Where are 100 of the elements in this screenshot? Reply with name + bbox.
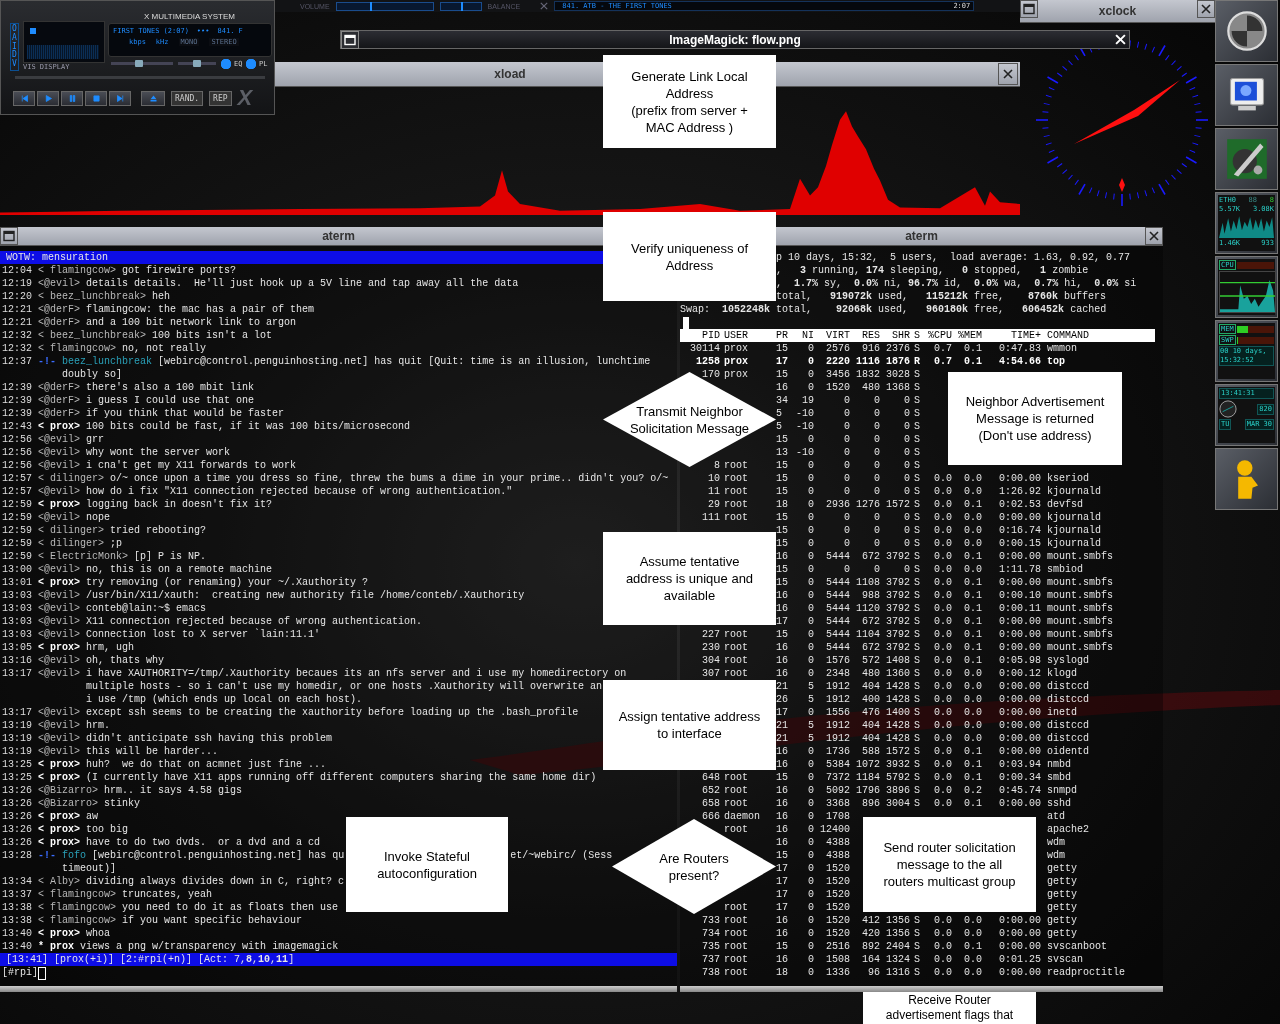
table-cell-text: 0 [807, 862, 814, 875]
column-header[interactable]: S [910, 329, 922, 342]
table-cell-text: 0.0 [963, 927, 982, 940]
table-cell-text: 652 [701, 784, 720, 797]
table-cell-text: 0 [807, 966, 814, 979]
table-cell-text: 170 [701, 368, 720, 381]
table-cell-text: 5444 [825, 589, 850, 602]
table-cell-text: 1520 [825, 862, 850, 875]
table-cell-text: 15 [776, 940, 789, 953]
table-cell-text: 3792 [885, 628, 910, 641]
column-header[interactable]: %CPU [922, 329, 952, 342]
column-header[interactable]: %MEM [952, 329, 982, 342]
table-cell-text: 0 [903, 485, 910, 498]
table-cell-text: 0.0 [933, 966, 952, 979]
table-cell-text: 3004 [885, 797, 910, 810]
table-cell-text: 15 [776, 537, 789, 550]
table-cell-text: 15 [776, 368, 789, 381]
table-cell-text: 16 [776, 953, 789, 966]
flowchart-step: Generate Link Local Address (prefix from server + MAC Address ) [603, 55, 776, 148]
table-cell-text: S [913, 953, 921, 966]
table-cell-text: 15 [776, 459, 789, 472]
table-cell-text: 0 [807, 654, 814, 667]
chat-line: 13:26 <@Bizarro> stinky [2, 797, 141, 810]
table-cell-text: 0.0 [933, 953, 952, 966]
table-cell-text: 3792 [885, 641, 910, 654]
table-cell-text: S [913, 693, 921, 706]
table-cell-text: 400 [861, 693, 880, 706]
table-cell-text: 0 [807, 706, 814, 719]
table-cell-text: 0 [873, 537, 880, 550]
chat-line: 13:26 < prox> aw [2, 810, 99, 823]
chat-line: 13:38 < flamingcow> you need to do it as floats then use [2, 901, 339, 914]
table-cell-text: S [913, 784, 921, 797]
table-cell-text: root [723, 966, 749, 979]
chat-line: 12:56 <@evil> why wont the server work [2, 446, 231, 459]
table-cell-text: 0 [903, 394, 910, 407]
table-cell-text: S [913, 706, 921, 719]
table-cell-text: 0 [807, 849, 814, 862]
column-header[interactable]: VIRT [814, 329, 850, 342]
table-cell-text: 0.0 [933, 485, 952, 498]
table-cell-text: 0 [807, 940, 814, 953]
column-header[interactable]: TIME+ [982, 329, 1041, 342]
summary-line: , 1.7% sy, 0.0% ni, 96.7% id, 0.0% wa, 0.7% hi, 0.0% si [776, 277, 1137, 290]
shuffle-button[interactable]: RAND. [171, 90, 204, 106]
table-cell-text: 0.0 [933, 537, 952, 550]
table-cell-text: 1520 [825, 875, 850, 888]
table-cell-text: 1324 [885, 953, 910, 966]
table-cell-text: 16 [776, 745, 789, 758]
table-cell-text: 404 [861, 719, 880, 732]
table-cell-text: 1116 [855, 355, 880, 368]
table-cell-text: 0.0 [963, 719, 982, 732]
table-cell-text: 19 [801, 394, 814, 407]
table-cell-text: 0:00.00 [998, 550, 1041, 563]
table-cell-text: R [913, 355, 921, 368]
table-cell-text: 0.0 [933, 693, 952, 706]
table-cell-text: 16 [776, 927, 789, 940]
table-cell-text: 0 [843, 537, 850, 550]
table-cell-text: S [913, 641, 921, 654]
table-cell-text: 0 [843, 420, 850, 433]
column-header[interactable]: RES [850, 329, 880, 342]
table-cell-text: 0 [807, 576, 814, 589]
chat-line: 13:19 <@evil> didn't anticipate ssh having this problem [2, 732, 333, 745]
column-header[interactable]: SHR [880, 329, 910, 342]
table-cell-text: 3896 [885, 784, 910, 797]
column-header[interactable]: PR [776, 329, 792, 342]
window-title: aterm [322, 229, 355, 243]
table-cell-text: 0:00.00 [998, 511, 1041, 524]
column-header[interactable]: PID [680, 329, 720, 342]
table-cell-text: 896 [861, 797, 880, 810]
table-cell-text: getty [1046, 888, 1078, 901]
column-header[interactable]: NI [792, 329, 814, 342]
repeat-button[interactable]: REP [209, 90, 232, 106]
table-cell-text: 0:00.00 [998, 628, 1041, 641]
column-header[interactable]: USER [720, 329, 776, 342]
table-cell-text: 0:00.00 [998, 940, 1041, 953]
column-header[interactable]: COMMAND [1041, 329, 1155, 342]
table-cell-text: 16 [776, 589, 789, 602]
table-cell-text: 15 [776, 342, 789, 355]
summary-line: total, 919072k used, 115212k free, 8760k buffers [776, 290, 1107, 303]
table-cell-text: 0:47.83 [998, 342, 1041, 355]
table-cell-text: 0:16.74 [998, 524, 1041, 537]
table-cell-text: 2576 [825, 342, 850, 355]
table-cell-text: 1912 [825, 680, 850, 693]
table-cell-text: 3456 [825, 368, 850, 381]
table-cell-text: 1258 [695, 355, 720, 368]
table-cell-text: 0 [873, 485, 880, 498]
table-cell-text: 3792 [885, 576, 910, 589]
table-cell-text: 12400 [819, 823, 850, 836]
table-cell-text: 0 [807, 472, 814, 485]
table-cell-text: 0.1 [963, 342, 982, 355]
table-cell-text: -10 [795, 446, 814, 459]
table-cell-text: 0.1 [963, 654, 982, 667]
table-cell-text: 5092 [825, 784, 850, 797]
table-cell-text: 0.0 [963, 511, 982, 524]
table-cell-text: S [913, 394, 921, 407]
table-cell-text: 16 [776, 550, 789, 563]
table-cell-text: 15 [776, 433, 789, 446]
table-cell-text: 17 [776, 888, 789, 901]
table-cell-text: 0.1 [963, 602, 982, 615]
table-cell-text: 3792 [885, 589, 910, 602]
chat-line: multiple hosts - so i can't use my homedir, or one hosts .Xauthority will overwrite an [86, 680, 603, 693]
